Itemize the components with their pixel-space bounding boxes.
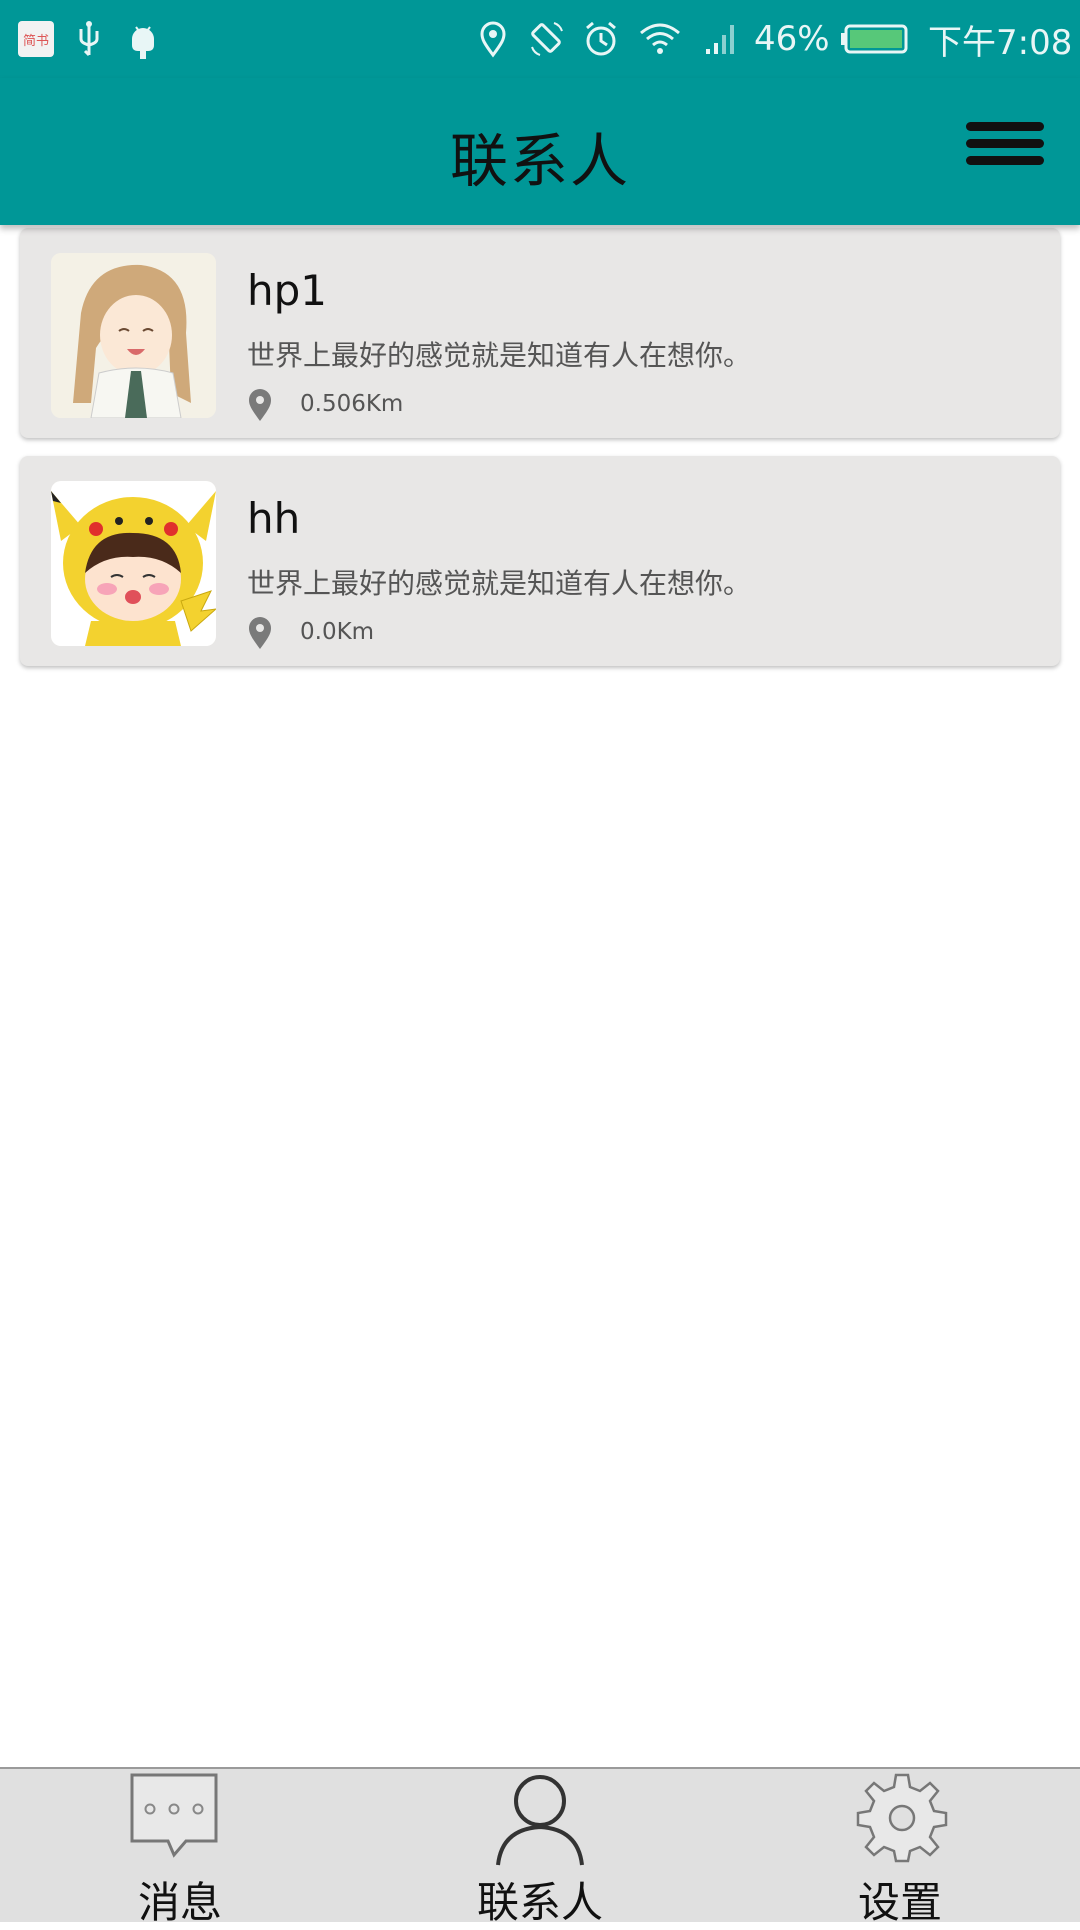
hamburger-menu-icon[interactable] (966, 122, 1044, 182)
contact-signature: 世界上最好的感觉就是知道有人在想你。 (247, 567, 752, 600)
pikachu-costume-avatar (51, 481, 216, 646)
tab-label: 设置 (857, 1878, 942, 1927)
location-pin-icon (246, 616, 274, 650)
person-icon (492, 1771, 588, 1871)
clock: 下午7:08 (928, 22, 1073, 63)
tab-messages[interactable]: 消息 (0, 1769, 360, 1927)
contact-card-hh[interactable]: hh 世界上最好的感觉就是知道有人在想你。 0.0Km (20, 456, 1060, 666)
app-badge-text: 简书 (22, 33, 49, 49)
contact-signature: 世界上最好的感觉就是知道有人在想你。 (247, 339, 752, 372)
anime-girl-avatar (51, 253, 216, 418)
location-pin-icon (246, 388, 274, 422)
status-bar: 简书 46% 下午7:08 (0, 0, 1080, 78)
android-debug-icon (126, 0, 160, 78)
app-toolbar: 联系人 (0, 78, 1080, 225)
contact-list: hp1 世界上最好的感觉就是知道有人在想你。 0.506Km hh 世界上最好的… (20, 228, 1060, 684)
contact-distance: 0.0Km (300, 619, 375, 645)
tab-settings[interactable]: 设置 (720, 1769, 1080, 1927)
battery-percent: 46% (754, 19, 830, 59)
tab-label: 联系人 (476, 1878, 603, 1927)
usb-icon (72, 0, 106, 78)
alarm-icon (582, 0, 620, 78)
contact-name: hp1 (247, 266, 328, 315)
contact-card-hp1[interactable]: hp1 世界上最好的感觉就是知道有人在想你。 0.506Km (20, 228, 1060, 438)
bottom-nav: 消息 联系人 设置 (0, 1767, 1080, 1927)
message-bubble-icon (128, 1771, 220, 1867)
page-title: 联系人 (449, 127, 630, 195)
tab-label: 消息 (137, 1878, 222, 1927)
auto-rotate-icon (528, 0, 566, 78)
gear-icon (856, 1771, 948, 1867)
location-icon (476, 0, 510, 78)
battery-icon (840, 0, 910, 78)
jianshu-app-icon: 简书 (18, 0, 54, 78)
contact-distance: 0.506Km (300, 391, 404, 417)
signal-icon (704, 0, 738, 78)
tab-contacts[interactable]: 联系人 (360, 1769, 720, 1927)
contact-name: hh (247, 494, 301, 543)
wifi-icon (638, 0, 682, 78)
